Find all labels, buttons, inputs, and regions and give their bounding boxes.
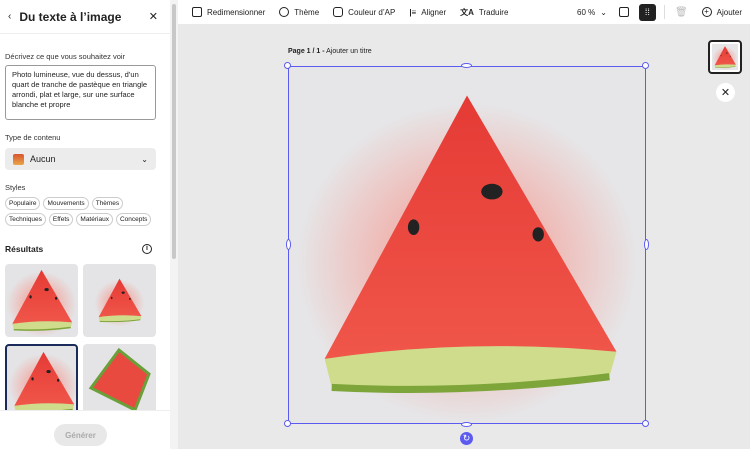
translate-button[interactable]: 文A Traduire <box>460 7 508 18</box>
style-chip-populaire[interactable]: Populaire <box>5 197 41 210</box>
page-thumbnail[interactable] <box>708 40 742 74</box>
layout-icon[interactable]: ⁞⁞ <box>638 3 656 21</box>
add-button[interactable]: + Ajouter <box>701 7 742 17</box>
style-chips: Populaire Mouvements Thèmes Techniques E… <box>5 197 165 226</box>
watermelon-image <box>289 67 645 423</box>
translate-label: Traduire <box>478 7 509 17</box>
add-label: Ajouter <box>716 7 742 17</box>
close-icon: ✕ <box>720 87 731 99</box>
prompt-input[interactable]: Photo lumineuse, vue du dessus, d’un qua… <box>5 65 156 120</box>
resize-button[interactable]: Redimensionner <box>192 7 265 17</box>
align-label: Aligner <box>421 7 447 17</box>
content-type-label: Type de contenu <box>5 133 61 142</box>
style-chip-themes[interactable]: Thèmes <box>91 197 124 210</box>
text-to-image-panel: ‹ Du texte à l’image ✕ Décrivez ce que v… <box>0 0 170 449</box>
style-chip-materiaux[interactable]: Matériaux <box>76 213 113 226</box>
generate-button[interactable]: Générer <box>54 424 107 446</box>
content-type-icon <box>13 153 24 165</box>
divider <box>663 5 665 19</box>
theme-label: Thème <box>294 7 320 17</box>
theme-button[interactable]: Thème <box>279 7 319 17</box>
translate-icon: 文A <box>460 7 474 17</box>
content-type-value: Aucun <box>30 154 56 164</box>
resize-label: Redimensionner <box>207 7 266 17</box>
chevron-down-icon: ⌄ <box>600 7 607 17</box>
color-label: Couleur d’AP <box>348 7 396 17</box>
style-chip-effets[interactable]: Effets <box>48 213 74 226</box>
square-icon <box>333 7 344 17</box>
results-grid <box>5 264 157 410</box>
resize-handle[interactable] <box>286 239 291 250</box>
result-thumbnail[interactable] <box>83 264 156 337</box>
panel-footer: Générer <box>0 410 170 449</box>
result-thumbnail[interactable] <box>5 264 78 337</box>
zoom-select[interactable]: 60 % ⌄ <box>577 8 607 17</box>
result-thumbnail-selected[interactable] <box>5 344 78 410</box>
toolbar: Redimensionner Thème Couleur d’AP |≡ Alig… <box>178 0 750 24</box>
panel-title: Du texte à l’image <box>19 9 122 24</box>
prompt-label: Décrivez ce que vous souhaitez voir <box>5 52 126 61</box>
align-icon: |≡ <box>409 7 417 17</box>
close-icon[interactable]: ✕ <box>149 10 158 23</box>
page-heading: Page 1 / 1 - Ajouter un titre <box>288 48 372 55</box>
resize-handle[interactable] <box>642 420 649 427</box>
result-thumbnail[interactable] <box>83 344 156 410</box>
panel-scrollbar[interactable] <box>170 0 178 449</box>
content-type-select[interactable]: Aucun ⌄ <box>5 148 156 170</box>
palette-icon <box>279 7 290 17</box>
page-title-input[interactable]: Ajouter un titre <box>326 48 372 55</box>
resize-handle[interactable] <box>644 239 649 250</box>
results-heading: Résultats <box>5 244 44 254</box>
style-chip-concepts[interactable]: Concepts <box>115 213 152 226</box>
resize-icon <box>192 7 202 17</box>
canvas-page-image[interactable] <box>288 66 646 424</box>
resize-handle[interactable] <box>284 420 291 427</box>
plus-circle-icon: + <box>701 7 712 17</box>
rotate-icon[interactable]: ↻ <box>460 432 473 445</box>
info-icon[interactable]: i <box>142 244 152 254</box>
style-chip-techniques[interactable]: Techniques <box>5 213 46 226</box>
trash-icon[interactable]: 🗑 <box>675 7 688 18</box>
chevron-left-icon[interactable]: ‹ <box>8 11 11 22</box>
resize-handle[interactable] <box>284 62 291 69</box>
resize-handle[interactable] <box>642 62 649 69</box>
duplicate-icon[interactable] <box>618 7 629 17</box>
zoom-value: 60 % <box>577 7 596 17</box>
styles-label: Styles <box>5 183 26 192</box>
page-number: Page 1 / 1 - <box>288 48 325 55</box>
resize-handle[interactable] <box>461 63 472 68</box>
style-chip-mouvements[interactable]: Mouvements <box>43 197 89 210</box>
close-page-button[interactable]: ✕ <box>716 83 735 102</box>
panel-header: ‹ Du texte à l’image ✕ <box>0 0 170 34</box>
background-color-button[interactable]: Couleur d’AP <box>333 7 395 17</box>
chevron-down-icon: ⌄ <box>141 154 148 164</box>
resize-handle[interactable] <box>461 422 472 427</box>
align-button[interactable]: |≡ Aligner <box>409 8 446 17</box>
